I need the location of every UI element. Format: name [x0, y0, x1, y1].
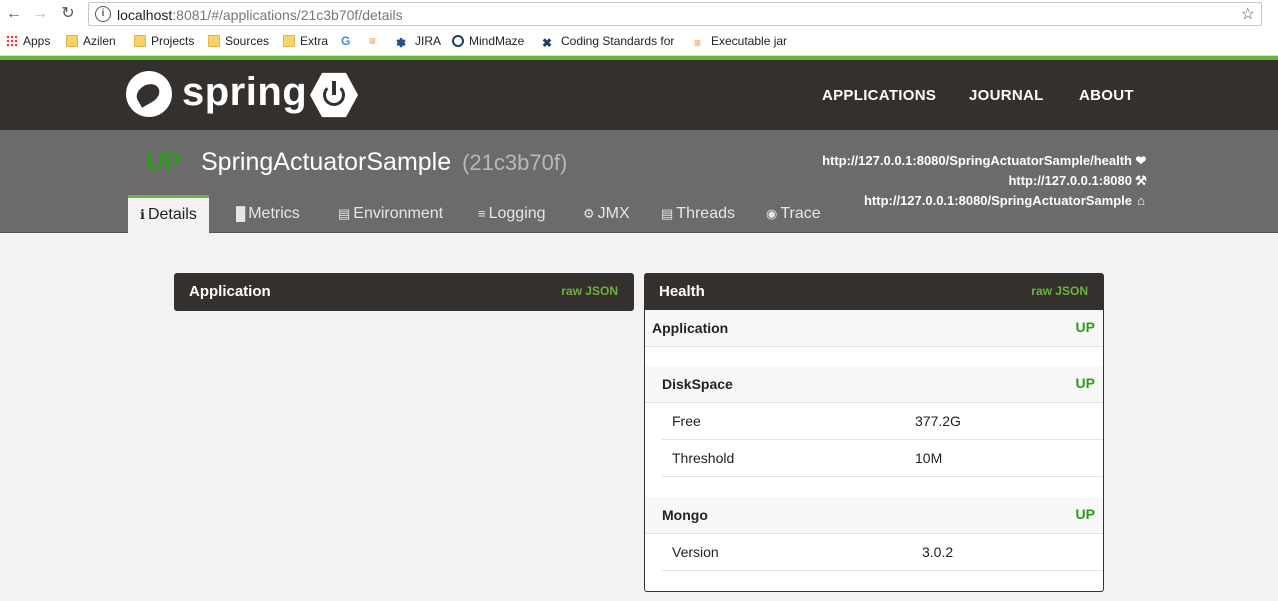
- url-text[interactable]: localhost:8081/#/applications/21c3b70f/d…: [117, 7, 403, 23]
- version-value: 3.0.2: [922, 544, 954, 560]
- info-icon[interactable]: i: [95, 6, 111, 22]
- free-value: 377.2G: [915, 413, 961, 429]
- version-label: Version: [672, 544, 719, 560]
- nav-about[interactable]: ABOUT: [1079, 87, 1134, 104]
- health-url[interactable]: http://127.0.0.1:8080/SpringActuatorSamp…: [822, 151, 1148, 171]
- management-url[interactable]: http://127.0.0.1:8080 ⚒: [822, 171, 1148, 191]
- folder-icon: [283, 35, 295, 47]
- health-application-row: Application UP: [645, 310, 1103, 347]
- tab-details[interactable]: ℹ Details: [128, 195, 209, 233]
- bookmark-sources[interactable]: Sources: [208, 33, 269, 49]
- status-badge: UP: [1075, 319, 1095, 335]
- jira-icon: ✽: [396, 36, 407, 50]
- application-panel-header: Application raw JSON: [174, 273, 634, 311]
- status-badge: UP: [1075, 506, 1095, 522]
- health-application-label: Application: [652, 320, 729, 336]
- back-icon[interactable]: ←: [4, 4, 24, 24]
- table-row: Threshold 10M: [662, 440, 1103, 477]
- health-mongo-row: Mongo UP: [645, 497, 1103, 534]
- bookmark-projects[interactable]: Projects: [134, 33, 194, 49]
- google-icon[interactable]: G: [341, 33, 350, 49]
- tab-logging[interactable]: ≡ Logging: [478, 195, 546, 233]
- folder-icon: [208, 35, 220, 47]
- health-diskspace-row: DiskSpace UP: [645, 366, 1103, 403]
- stackoverflow-icon: ≡: [694, 36, 702, 50]
- bar-chart-icon: █: [236, 206, 246, 221]
- tab-metrics[interactable]: █ Metrics: [236, 195, 300, 233]
- service-url[interactable]: http://127.0.0.1:8080/SpringActuatorSamp…: [822, 191, 1148, 211]
- tab-jmx[interactable]: ⚙ JMX: [583, 195, 630, 233]
- tab-threads[interactable]: ▤ Threads: [661, 195, 735, 233]
- list-icon: ▤: [338, 206, 351, 221]
- application-id: (21c3b70f): [462, 150, 568, 175]
- apps-grid-icon: [6, 35, 18, 47]
- bookmark-apps[interactable]: Apps: [6, 33, 50, 49]
- cogs-icon: ⚙: [583, 206, 595, 221]
- home-icon: ⌂: [1137, 193, 1145, 208]
- health-raw-json-link[interactable]: raw JSON: [1031, 284, 1088, 298]
- application-panel-title: Application: [189, 283, 271, 300]
- threshold-label: Threshold: [672, 450, 735, 466]
- bookmarks-bar: Apps Azilen Projects Sources Extra G ≡ ✽…: [0, 29, 1278, 53]
- bookmark-azilen[interactable]: Azilen: [66, 33, 116, 49]
- info-icon: ℹ: [140, 207, 145, 222]
- address-bar[interactable]: i localhost:8081/#/applications/21c3b70f…: [88, 2, 1262, 26]
- mindmaze-icon: [452, 35, 464, 47]
- bookmark-extra[interactable]: Extra: [283, 33, 328, 49]
- folder-icon: [66, 35, 78, 47]
- threshold-value: 10M: [915, 450, 943, 466]
- tab-trace[interactable]: ◉ Trace: [766, 195, 821, 233]
- wrench-icon: ⚒: [1135, 173, 1147, 188]
- eye-icon: ◉: [766, 206, 778, 221]
- application-name: SpringActuatorSample: [201, 148, 452, 176]
- application-title: SpringActuatorSample (21c3b70f): [201, 148, 567, 177]
- bookmark-jira[interactable]: ✽ JIRA: [396, 33, 441, 50]
- nav-journal[interactable]: JOURNAL: [969, 87, 1044, 104]
- spring-boot-power-icon: [310, 72, 358, 118]
- health-panel-header: Health raw JSON: [644, 273, 1104, 311]
- url-row: ← → ↻ i localhost:8081/#/applications/21…: [0, 0, 1278, 28]
- app-header: spring APPLICATIONS JOURNAL ABOUT: [0, 60, 1278, 130]
- diskspace-label: DiskSpace: [662, 376, 733, 392]
- application-urls: http://127.0.0.1:8080/SpringActuatorSamp…: [822, 151, 1148, 211]
- forward-icon[interactable]: →: [30, 4, 50, 24]
- bookmark-mindmaze[interactable]: MindMaze: [452, 33, 524, 49]
- spring-leaf-logo-icon[interactable]: [126, 71, 172, 117]
- mongo-label: Mongo: [662, 507, 708, 523]
- reload-icon[interactable]: ↻: [58, 4, 78, 24]
- browser-chrome: ← → ↻ i localhost:8081/#/applications/21…: [0, 0, 1278, 56]
- application-raw-json-link[interactable]: raw JSON: [561, 284, 618, 298]
- sliders-icon: ≡: [478, 206, 486, 221]
- heart-icon: ❤: [1135, 153, 1147, 168]
- cross-tools-icon: ✖: [542, 36, 553, 50]
- bookmark-coding-standards[interactable]: ✖ Coding Standards for: [542, 33, 674, 50]
- list-icon: ▤: [661, 206, 674, 221]
- free-label: Free: [672, 413, 701, 429]
- bookmark-star-icon[interactable]: ☆: [1241, 4, 1255, 24]
- status-badge: UP: [146, 148, 181, 176]
- nav-applications[interactable]: APPLICATIONS: [822, 87, 936, 104]
- tab-environment[interactable]: ▤ Environment: [338, 195, 443, 233]
- health-panel-body: Application UP DiskSpace UP Free 377.2G …: [644, 310, 1104, 592]
- stackoverflow-icon[interactable]: ≡: [369, 33, 376, 49]
- health-panel-title: Health: [659, 283, 705, 300]
- spring-logo-text[interactable]: spring: [182, 70, 307, 115]
- bookmark-executable-jar[interactable]: ≡ Executable jar: [694, 33, 787, 50]
- table-row: Free 377.2G: [662, 403, 1103, 440]
- table-row: Version 3.0.2: [662, 534, 1103, 571]
- status-badge: UP: [1075, 375, 1095, 391]
- folder-icon: [134, 35, 146, 47]
